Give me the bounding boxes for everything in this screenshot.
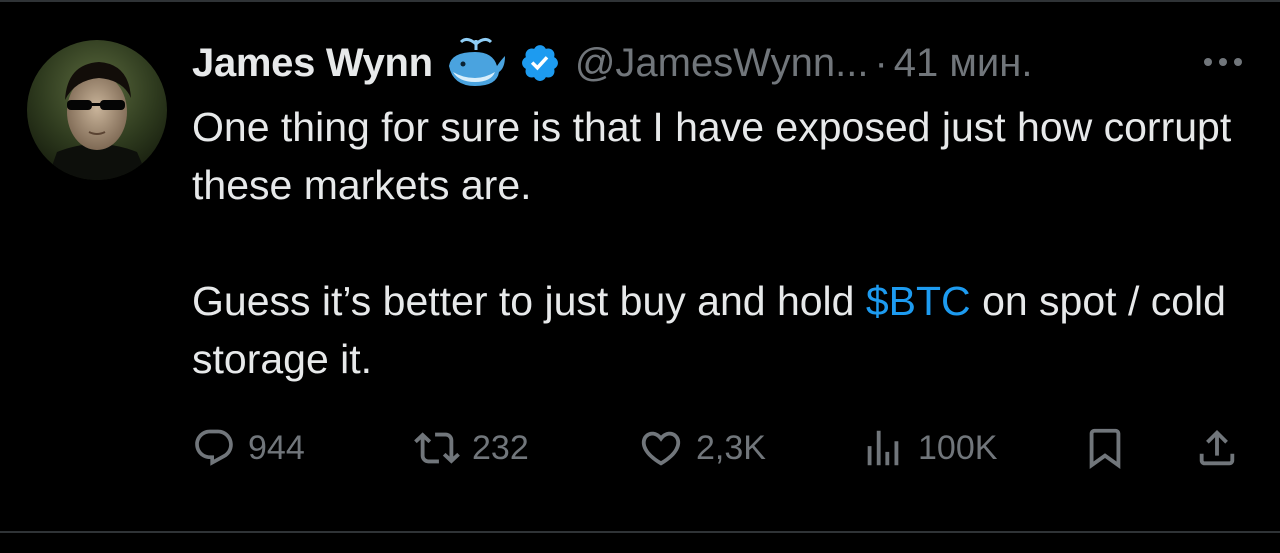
author-name[interactable]: James Wynn xyxy=(192,41,433,86)
views-icon xyxy=(860,425,906,471)
tweet-text-before-cashtag: Guess it’s better to just buy and hold xyxy=(192,278,866,324)
share-button[interactable] xyxy=(1194,420,1240,476)
cashtag-link[interactable]: $BTC xyxy=(866,278,971,324)
verified-badge-icon[interactable] xyxy=(519,42,561,84)
tweet-header: James Wynn @JamesWynn... · 41 мин. xyxy=(192,36,1032,90)
tweet-screenshot: James Wynn @JamesWynn... · 41 мин. One t… xyxy=(0,0,1280,553)
tweet-body: One thing for sure is that I have expose… xyxy=(192,98,1262,388)
tweet-paragraph-1: One thing for sure is that I have expose… xyxy=(192,104,1232,208)
tweet-paragraph-2: Guess it’s better to just buy and hold $… xyxy=(192,272,1262,388)
bookmark-button[interactable] xyxy=(1082,420,1128,476)
repost-count: 232 xyxy=(472,428,529,467)
timestamp[interactable]: 41 мин. xyxy=(894,41,1033,86)
bookmark-icon xyxy=(1082,425,1128,471)
author-handle[interactable]: @JamesWynn... xyxy=(575,41,869,86)
like-count: 2,3K xyxy=(696,428,766,467)
avatar[interactable] xyxy=(27,40,167,180)
repost-button[interactable]: 232 xyxy=(414,420,529,476)
reply-button[interactable]: 944 xyxy=(192,420,305,476)
whale-emoji-icon xyxy=(445,36,507,90)
separator-dot: · xyxy=(874,40,888,85)
views-button[interactable]: 100K xyxy=(860,420,997,476)
more-icon[interactable] xyxy=(1198,50,1248,74)
top-divider xyxy=(0,0,1280,2)
reply-icon xyxy=(192,426,236,470)
heart-icon xyxy=(638,425,684,471)
like-button[interactable]: 2,3K xyxy=(638,420,766,476)
share-icon xyxy=(1194,425,1240,471)
reply-count: 944 xyxy=(248,428,305,467)
repost-icon xyxy=(414,425,460,471)
tweet-actions: 944 232 2,3K 100K xyxy=(192,420,1252,476)
bottom-divider xyxy=(0,531,1280,533)
views-count: 100K xyxy=(918,428,998,467)
